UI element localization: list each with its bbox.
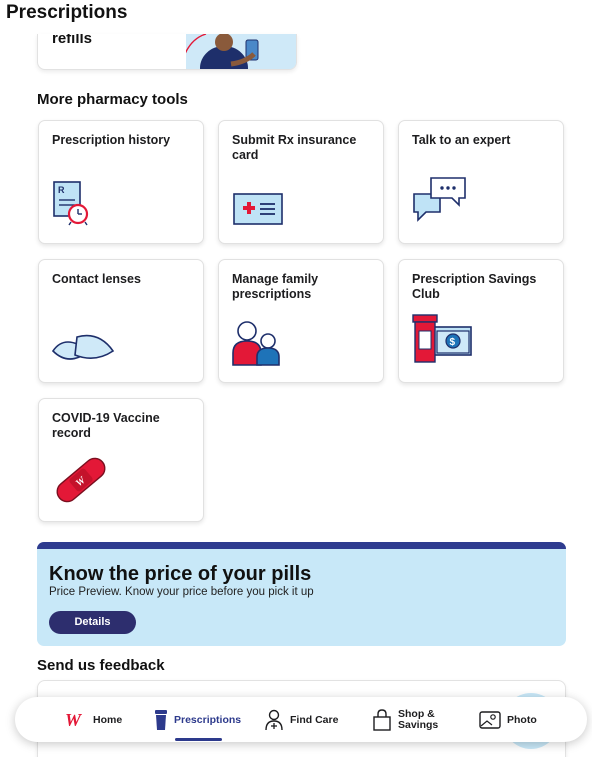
- tile-label: Prescription history: [52, 133, 171, 147]
- tile-label: COVID-19 Vaccine record: [52, 411, 160, 440]
- banner-accent-bar: [37, 542, 566, 549]
- price-preview-banner: Know the price of your pills Price Previ…: [37, 542, 566, 646]
- tile-label: Manage family prescriptions: [232, 272, 319, 301]
- family-icon: [231, 317, 287, 372]
- bandage-icon: W: [51, 452, 111, 511]
- page-title: Prescriptions: [6, 2, 128, 23]
- details-button[interactable]: Details: [49, 611, 136, 634]
- refills-card-label: refills: [52, 34, 93, 47]
- bottom-navigation: W Home Prescriptions Find Care Shop & Sa…: [15, 697, 587, 742]
- find-care-icon: [265, 709, 283, 730]
- shopping-bag-icon: [373, 708, 391, 731]
- tile-manage-family-prescriptions[interactable]: Manage family prescriptions: [218, 259, 384, 383]
- tile-covid-19-vaccine-record[interactable]: COVID-19 Vaccine record W: [38, 398, 204, 522]
- contact-lenses-icon: [51, 327, 117, 372]
- banner-subtitle: Price Preview. Know your price before yo…: [49, 586, 314, 598]
- more-pharmacy-tools-heading: More pharmacy tools: [37, 91, 188, 108]
- active-tab-indicator: [175, 738, 222, 741]
- nav-shop-savings[interactable]: Shop & Savings: [372, 697, 438, 742]
- tile-prescription-history[interactable]: Prescription history R: [38, 120, 204, 244]
- nav-find-care[interactable]: Find Care: [264, 697, 338, 742]
- refills-card[interactable]: refills: [37, 34, 297, 70]
- tile-prescription-savings-club[interactable]: Prescription Savings Club $: [398, 259, 564, 383]
- tile-label: Submit Rx insurance card: [232, 133, 357, 162]
- savings-club-icon: $: [411, 313, 475, 372]
- pharmacist-illustration-icon: [179, 34, 296, 69]
- insurance-card-icon: [231, 188, 285, 233]
- nav-home-label: Home: [93, 713, 123, 726]
- nav-photo-label: Photo: [507, 713, 537, 726]
- nav-shop-savings-label: Shop & Savings: [398, 708, 439, 731]
- nav-photo[interactable]: Photo: [479, 697, 537, 742]
- tile-contact-lenses[interactable]: Contact lenses: [38, 259, 204, 383]
- nav-prescriptions-label: Prescriptions: [174, 713, 242, 726]
- svg-text:W: W: [65, 711, 83, 729]
- walgreens-logo-icon: W: [65, 711, 83, 729]
- tile-label: Contact lenses: [52, 272, 141, 286]
- tile-talk-to-an-expert[interactable]: Talk to an expert: [398, 120, 564, 244]
- nav-shop-line2: Savings: [398, 718, 439, 731]
- photo-icon: [479, 710, 501, 729]
- svg-text:$: $: [450, 337, 456, 348]
- tile-label: Prescription Savings Club: [412, 272, 537, 301]
- tile-label: Talk to an expert: [412, 133, 511, 147]
- nav-find-care-label: Find Care: [290, 713, 339, 726]
- pill-bottle-icon: [155, 709, 167, 730]
- send-us-feedback-heading: Send us feedback: [37, 657, 165, 674]
- tile-submit-rx-insurance-card[interactable]: Submit Rx insurance card: [218, 120, 384, 244]
- nav-prescriptions[interactable]: Prescriptions: [154, 697, 241, 742]
- banner-title: Know the price of your pills: [49, 563, 312, 585]
- nav-home[interactable]: W Home: [65, 697, 122, 742]
- chat-bubbles-icon: [411, 174, 471, 233]
- rx-history-clock-icon: R: [51, 178, 95, 233]
- svg-text:R: R: [58, 185, 65, 195]
